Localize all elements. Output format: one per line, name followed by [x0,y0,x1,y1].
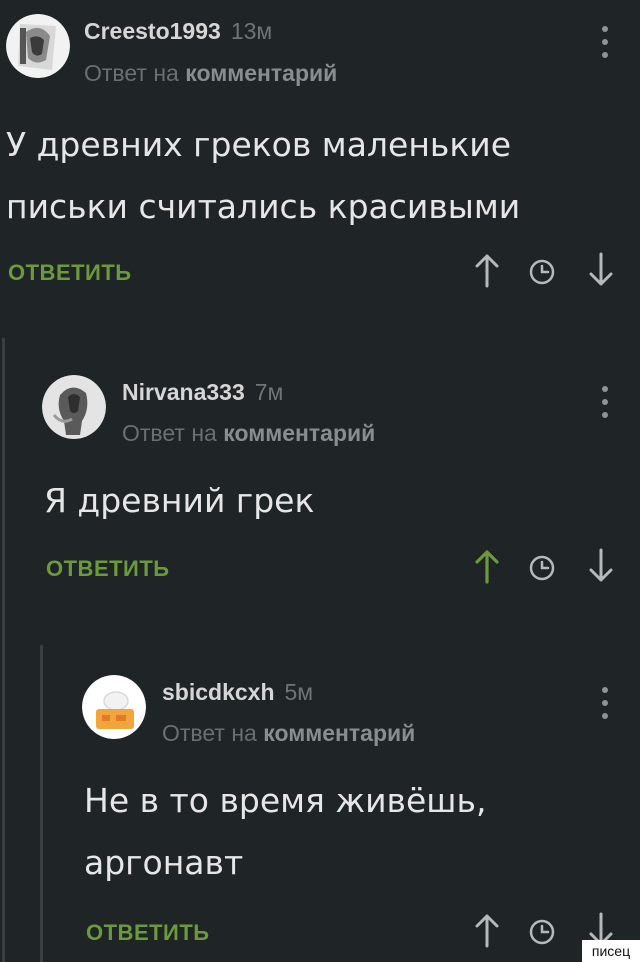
comment-body: У древних греков маленькие письки считал… [6,114,520,238]
reply-target-link[interactable]: комментарий [185,60,337,86]
reply-button[interactable]: ОТВЕТИТЬ [86,920,210,946]
thread-line-level-2 [40,645,43,962]
downvote-arrow-icon[interactable] [586,548,616,584]
comment-body: Не в то время живёшь, аргонавт [84,770,486,894]
comment-body-line: аргонавт [84,843,244,882]
reply-prefix: Ответ на [162,720,257,746]
username-text[interactable]: Creesto1993 [84,18,221,44]
comment-body-line: Я древний грек [44,481,315,520]
reply-to-line: Ответ на комментарий [84,60,337,87]
username-text[interactable]: sbicdkcxh [162,679,275,705]
clock-icon[interactable] [527,914,557,950]
upvote-arrow-icon[interactable] [472,912,502,948]
reply-to-line: Ответ на комментарий [162,720,415,747]
downvote-arrow-icon[interactable] [586,252,616,288]
more-vertical-icon[interactable] [598,386,612,426]
username[interactable]: Nirvana333 7м [122,379,283,406]
comment-body: Я древний грек [44,470,314,532]
clock-icon[interactable] [527,550,557,586]
reply-to-line: Ответ на комментарий [122,420,375,447]
reply-prefix: Ответ на [122,420,217,446]
username-text[interactable]: Nirvana333 [122,379,245,405]
more-vertical-icon[interactable] [598,26,612,66]
comment-body-line: письки считались красивыми [6,187,521,226]
avatar[interactable] [6,14,70,78]
reply-button[interactable]: ОТВЕТИТЬ [8,260,132,286]
upvote-arrow-icon[interactable] [472,548,502,584]
reply-button[interactable]: ОТВЕТИТЬ [46,556,170,582]
username[interactable]: sbicdkcxh 5м [162,679,313,706]
thread-line-level-1 [2,338,5,962]
username[interactable]: Creesto1993 13м [84,18,272,45]
reply-prefix: Ответ на [84,60,179,86]
timestamp: 13м [230,18,273,44]
timestamp: 7м [254,379,284,405]
comment-body-line: У древних греков маленькие [6,125,512,164]
comment-body-line: Не в то время живёшь, [84,781,487,820]
clock-icon[interactable] [527,254,557,290]
reply-target-link[interactable]: комментарий [223,420,375,446]
watermark: писец [582,940,640,962]
more-vertical-icon[interactable] [598,687,612,727]
upvote-arrow-icon[interactable] [472,252,502,288]
reply-target-link[interactable]: комментарий [263,720,415,746]
avatar[interactable] [82,675,146,739]
timestamp: 5м [284,679,314,705]
avatar[interactable] [42,375,106,439]
